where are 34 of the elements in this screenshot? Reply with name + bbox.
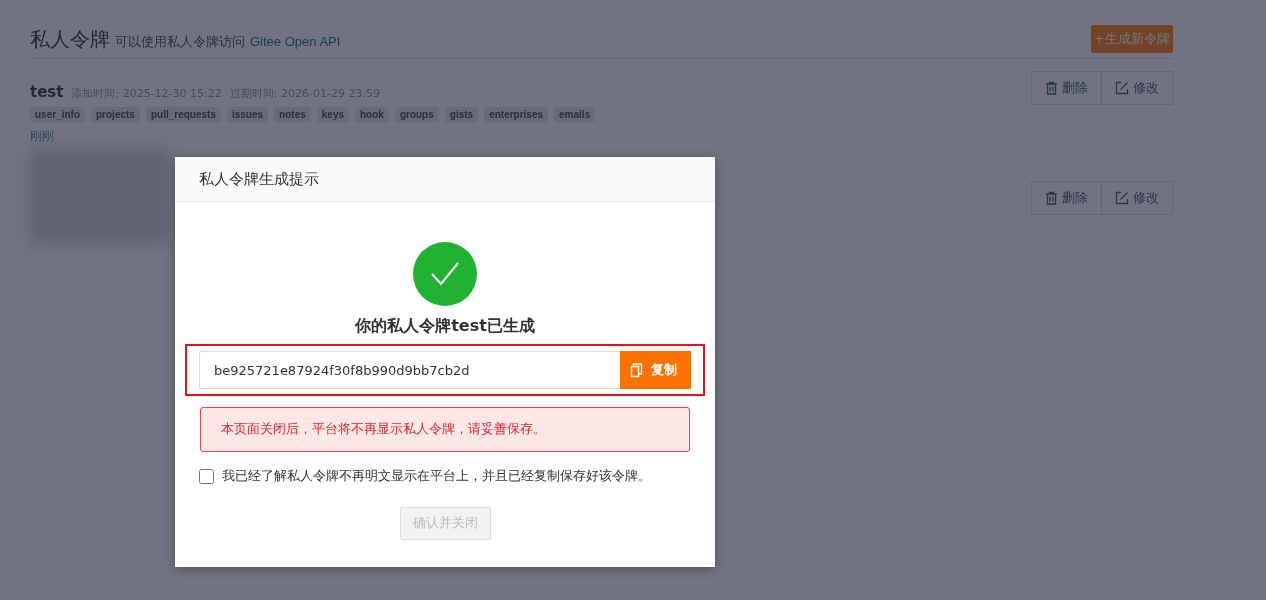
generate-token-button[interactable]: +生成新令牌 [1091, 25, 1173, 53]
copy-icon [630, 362, 643, 378]
delete-button[interactable]: 删除 [1031, 181, 1102, 215]
token-name: test [30, 83, 64, 101]
scope-tag: issues [226, 107, 269, 122]
acknowledge-checkbox[interactable] [199, 469, 214, 484]
edit-icon [1115, 81, 1129, 95]
scope-tag: enterprises [484, 107, 549, 122]
delete-button[interactable]: 删除 [1031, 71, 1102, 105]
success-heading: 你的私人令牌test已生成 [355, 316, 535, 337]
warning-alert: 本页面关闭后，平台将不再显示私人令牌，请妥善保存。 [200, 407, 690, 452]
api-link[interactable]: Gitee Open API [250, 33, 341, 49]
scope-tag: emails [554, 107, 596, 122]
token-field[interactable]: be925721e87924f30f8b990d9bb7cb2d [199, 351, 620, 389]
scope-tag: pull_requests [145, 107, 221, 122]
success-check-icon [413, 242, 477, 306]
scope-tag: notes [274, 107, 311, 122]
page-subtitle: 可以使用私人令牌访问 [115, 32, 245, 51]
trash-icon [1045, 191, 1058, 205]
copy-button[interactable]: 复制 [620, 351, 691, 389]
scope-tag: keys [316, 107, 349, 122]
scope-tag: user_info [30, 107, 85, 122]
last-used-time: 刚刚 [30, 128, 55, 145]
edit-button[interactable]: 修改 [1102, 71, 1173, 105]
scope-tag: hook [355, 107, 389, 122]
dialog-title: 私人令牌生成提示 [199, 169, 319, 189]
edit-icon [1115, 191, 1129, 205]
edit-button[interactable]: 修改 [1102, 181, 1173, 215]
scope-tag: groups [394, 107, 439, 122]
page-title: 私人令牌 [30, 25, 110, 53]
trash-icon [1045, 81, 1058, 95]
acknowledge-label: 我已经了解私人令牌不再明文显示在平台上，并且已经复制保存好该令牌。 [222, 468, 651, 485]
scope-tag: gists [444, 107, 479, 122]
scope-tag: projects [91, 107, 140, 122]
